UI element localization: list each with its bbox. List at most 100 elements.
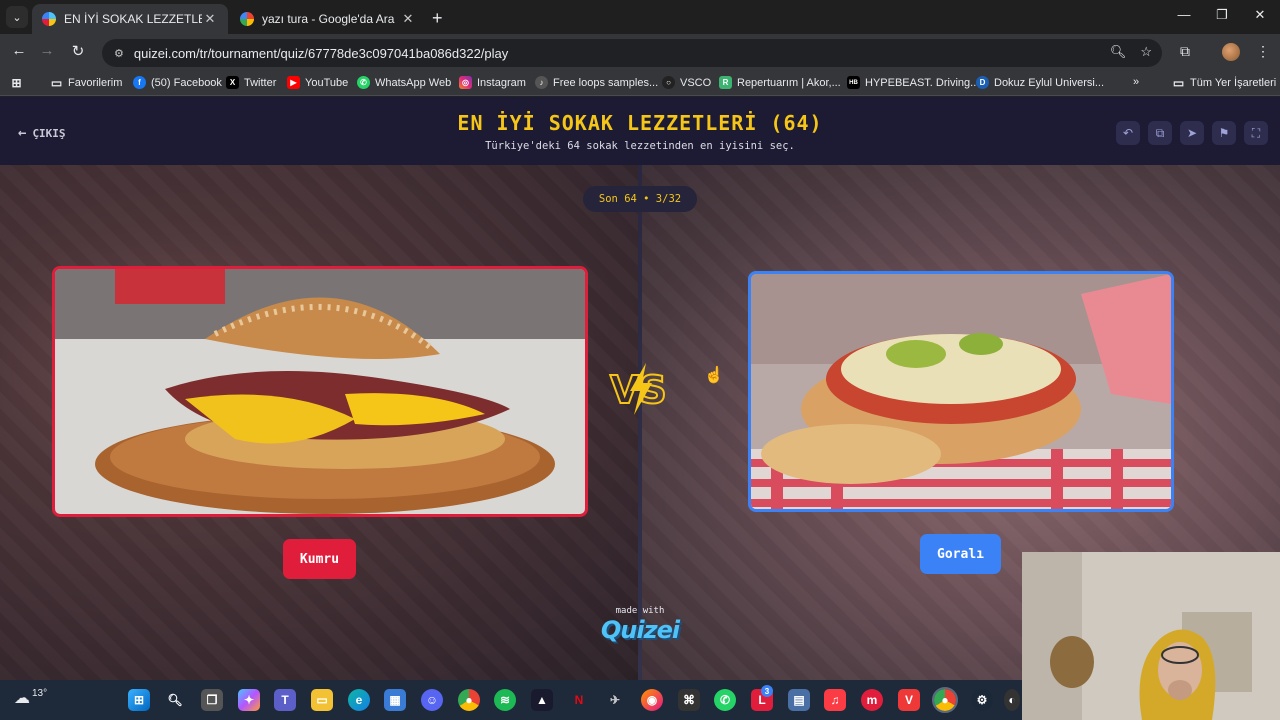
- bookmark-repertuar[interactable]: R Repertuarım | Akor,...: [719, 76, 841, 89]
- undo-icon[interactable]: ↶: [1116, 121, 1140, 145]
- bookmarks-bar: ⊞ ▭ Favorilerim f (50) Facebook X Twitter ▶…: [0, 72, 1280, 96]
- bookmark-dokuz-eylul[interactable]: D Dokuz Eylul Universi...: [976, 76, 1104, 89]
- profile-avatar[interactable]: [1222, 43, 1240, 61]
- search-icon[interactable]: 🔍︎: [164, 689, 186, 711]
- choice-button-right[interactable]: Goralı: [920, 534, 1001, 574]
- bookmark-vsco[interactable]: ○ VSCO: [662, 76, 711, 89]
- google-favicon-icon: [240, 12, 254, 26]
- tab-title: yazı tura - Google'da Ara: [262, 12, 395, 26]
- folder-icon: ▭: [50, 75, 63, 90]
- repertuar-icon: R: [719, 76, 732, 89]
- left-choice-image[interactable]: [52, 266, 588, 517]
- store-icon[interactable]: ▦: [384, 689, 406, 711]
- forward-arrow-icon[interactable]: →: [36, 42, 58, 59]
- webcam-person-image: [1022, 552, 1280, 720]
- hypebeast-icon: HB: [847, 76, 860, 89]
- whatsapp-icon[interactable]: ✆: [714, 689, 736, 711]
- file-explorer-icon[interactable]: ▭: [311, 689, 333, 711]
- close-tab-icon[interactable]: ✕: [400, 11, 416, 27]
- edge-icon[interactable]: e: [348, 689, 370, 711]
- restore-icon[interactable]: ❐: [1212, 7, 1232, 23]
- x-icon: X: [226, 76, 239, 89]
- bookmark-star-icon[interactable]: ☆: [1140, 44, 1152, 60]
- bookmark-youtube[interactable]: ▶ YouTube: [287, 76, 348, 89]
- chrome-icon[interactable]: ●: [458, 689, 480, 711]
- new-tab-plus-icon[interactable]: +: [432, 8, 443, 29]
- versus-lightning-icon: VS: [609, 363, 668, 415]
- weather-widget[interactable]: ☁ 13°: [14, 688, 47, 708]
- fullscreen-icon[interactable]: ⛶: [1244, 121, 1268, 145]
- tab-strip: ⌄ EN İYİ SOKAK LEZZETLERİ (64) ✕ yazı tu…: [0, 0, 1280, 34]
- all-bookmarks[interactable]: ▭ Tüm Yer İşaretleri: [1172, 75, 1276, 90]
- apps-grid-icon[interactable]: ⊞: [10, 76, 28, 90]
- back-arrow-icon[interactable]: ←: [8, 42, 30, 59]
- extensions-icon[interactable]: ⧉: [1180, 43, 1190, 60]
- facebook-icon: f: [133, 76, 146, 89]
- whatsapp-icon: ✆: [357, 76, 370, 89]
- window-close-icon[interactable]: ✕: [1250, 7, 1270, 23]
- bookmark-whatsapp[interactable]: ✆ WhatsApp Web: [357, 76, 451, 89]
- windows-start-icon[interactable]: ⊞: [128, 689, 150, 711]
- close-tab-icon[interactable]: ✕: [202, 11, 218, 27]
- more-bookmarks-chevron-icon[interactable]: »: [1133, 76, 1139, 88]
- bookmark-hypebeast[interactable]: HB HYPEBEAST. Driving...: [847, 76, 979, 89]
- music-icon[interactable]: ♫: [824, 689, 846, 711]
- misc-icon[interactable]: ◐: [1004, 689, 1020, 711]
- app-window-icon[interactable]: ▤: [788, 689, 810, 711]
- bookmark-free-loops[interactable]: ♪ Free loops samples...: [535, 76, 658, 89]
- teams-icon[interactable]: T: [274, 689, 296, 711]
- temperature-label: 13°: [32, 688, 48, 699]
- made-with-label: made with: [615, 606, 665, 616]
- vivaldi-icon[interactable]: V: [898, 689, 920, 711]
- app-icon[interactable]: ✈: [604, 689, 626, 711]
- report-flag-icon[interactable]: ⚑: [1212, 121, 1236, 145]
- bookmark-instagram[interactable]: ◎ Instagram: [459, 76, 526, 89]
- netflix-icon[interactable]: N: [568, 689, 590, 711]
- app-m-icon[interactable]: m: [861, 689, 883, 711]
- quizei-logo[interactable]: Quizei: [590, 616, 690, 644]
- copilot-icon[interactable]: ✦: [238, 689, 260, 711]
- share-send-icon[interactable]: ➤: [1180, 121, 1204, 145]
- site-info-icon[interactable]: ⚙: [114, 47, 124, 60]
- right-choice-image[interactable]: [748, 271, 1174, 512]
- kumru-sandwich-image: [55, 269, 585, 514]
- bookmark-twitter[interactable]: X Twitter: [226, 76, 276, 89]
- windows-taskbar: ☁ 13° ⊞ 🔍︎ ❐ ✦ T ▭ e ▦ ☺ ● ≋ ▲ N ✈ ◉ ⌘ ✆…: [0, 680, 1022, 720]
- chrome-active-icon[interactable]: ●: [932, 687, 958, 713]
- vsco-icon: ○: [662, 76, 675, 89]
- tab-search-chevron-icon[interactable]: ⌄: [6, 6, 28, 28]
- tab-quiz[interactable]: EN İYİ SOKAK LEZZETLERİ (64) ✕: [32, 4, 228, 34]
- choice-button-left[interactable]: Kumru: [283, 539, 356, 579]
- discord-icon[interactable]: ☺: [421, 689, 443, 711]
- minimize-icon[interactable]: —: [1174, 7, 1194, 22]
- address-bar[interactable]: ⚙ quizei.com/tr/tournament/quiz/67778de3…: [102, 39, 1162, 67]
- reload-icon[interactable]: ↻: [67, 42, 89, 60]
- loops-icon: ♪: [535, 76, 548, 89]
- webcam-overlay: [1022, 552, 1280, 720]
- task-view-icon[interactable]: ❐: [201, 689, 223, 711]
- round-indicator: Son 64 • 3/32: [583, 186, 697, 212]
- cloud-icon: ☁: [14, 690, 30, 707]
- youtube-icon: ▶: [287, 76, 300, 89]
- steam-icon[interactable]: ⚙: [971, 689, 993, 711]
- center-divider: [638, 165, 642, 680]
- affinity-icon[interactable]: ▲: [531, 689, 553, 711]
- notification-badge: 3: [761, 685, 773, 697]
- quiz-title: EN İYİ SOKAK LEZZETLERİ (64): [457, 111, 823, 135]
- url-text[interactable]: quizei.com/tr/tournament/quiz/67778de3c0…: [134, 46, 508, 61]
- browser-toolbar: ← → ↻ ⚙ quizei.com/tr/tournament/quiz/67…: [0, 34, 1280, 72]
- firefox-icon[interactable]: ◉: [641, 689, 663, 711]
- zoom-search-icon[interactable]: 🔍︎: [1110, 44, 1127, 60]
- spotify-icon[interactable]: ≋: [494, 689, 516, 711]
- quiz-subtitle: Türkiye'deki 64 sokak lezzetinden en iyi…: [485, 140, 795, 152]
- terminal-icon[interactable]: ⌘: [678, 689, 700, 711]
- copy-link-icon[interactable]: ⧉: [1148, 121, 1172, 145]
- tab-title: EN İYİ SOKAK LEZZETLERİ (64): [64, 12, 202, 26]
- quizei-favicon-icon: [42, 12, 56, 26]
- bookmark-favorilerim[interactable]: ▭ Favorilerim: [50, 75, 123, 90]
- instagram-icon: ◎: [459, 76, 472, 89]
- bookmark-facebook[interactable]: f (50) Facebook: [133, 76, 222, 89]
- tab-google-search[interactable]: yazı tura - Google'da Ara ✕: [230, 4, 426, 34]
- menu-dots-icon[interactable]: ⋮: [1256, 43, 1270, 60]
- folder-icon: ▭: [1172, 75, 1185, 90]
